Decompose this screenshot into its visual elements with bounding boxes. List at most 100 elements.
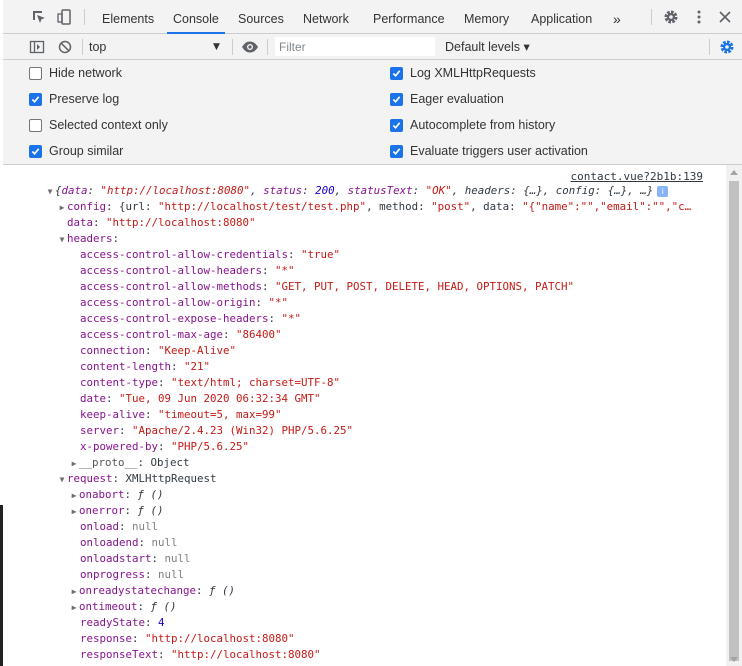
header-row: keep-alive: "timeout=5, max=99" <box>80 408 282 421</box>
clear-console-icon[interactable] <box>55 37 75 57</box>
console-toolbar: top ▼ Default levels ▾ <box>3 34 742 60</box>
more-tabs-button[interactable]: » <box>611 0 623 33</box>
proto-property[interactable]: ▶ __proto__: Object <box>3 455 725 471</box>
collapsed-triangle-icon[interactable]: ▶ <box>69 600 79 615</box>
hide-network-checkbox[interactable] <box>29 66 42 80</box>
expanded-triangle-icon[interactable]: ▼ <box>57 472 67 487</box>
tab-network[interactable]: Network <box>301 0 351 33</box>
group-similar-label: Group similar <box>49 144 124 158</box>
request-prop-key: onerror <box>79 504 125 517</box>
request-prop-row[interactable]: ▶ onerror: ƒ () <box>3 503 725 519</box>
log-xmlhttprequests-option[interactable]: Log XMLHttpRequests <box>390 63 536 83</box>
eye-icon[interactable] <box>240 37 260 57</box>
selected-context-only-option[interactable]: Selected context only <box>29 115 168 135</box>
collapsed-triangle-icon[interactable]: ▶ <box>69 504 79 519</box>
scrollbar-thumb[interactable] <box>729 181 739 661</box>
preserve-log-label: Preserve log <box>49 92 120 106</box>
close-icon[interactable] <box>715 7 735 27</box>
header-key: access-control-expose-headers <box>80 312 269 325</box>
evaluate-triggers-checkbox[interactable] <box>390 144 403 158</box>
autocomplete-from-history-option[interactable]: Autocomplete from history <box>390 115 555 135</box>
preserve-log-option[interactable]: Preserve log <box>29 89 119 109</box>
expanded-triangle-icon[interactable]: ▼ <box>45 184 55 199</box>
header-value: "*" <box>268 296 289 309</box>
chevron-down-icon: ▼ <box>213 42 220 52</box>
response-object-summary[interactable]: ▼ {data: "http://localhost:8080", status:… <box>3 183 725 199</box>
header-key: date <box>80 392 107 405</box>
group-similar-option[interactable]: Group similar <box>29 141 123 161</box>
info-icon[interactable]: i <box>657 185 669 197</box>
header-key: connection <box>80 344 146 357</box>
header-value: "Tue, 09 Jun 2020 06:32:34 GMT" <box>119 392 321 405</box>
header-key: content-length <box>80 360 172 373</box>
request-prop-key: onabort <box>79 488 125 501</box>
header-row: connection: "Keep-Alive" <box>80 344 237 357</box>
header-row: date: "Tue, 09 Jun 2020 06:32:34 GMT" <box>80 392 321 405</box>
device-toolbar-icon[interactable] <box>55 7 75 27</box>
header-key: access-control-allow-origin <box>80 296 256 309</box>
toolbar-separator <box>82 39 83 55</box>
group-similar-checkbox[interactable] <box>29 144 42 158</box>
tab-performance[interactable]: Performance <box>371 0 447 33</box>
header-value: "text/html; charset=UTF-8" <box>171 376 341 389</box>
header-value: "86400" <box>236 328 282 341</box>
autocomplete-from-history-checkbox[interactable] <box>390 118 403 132</box>
console-scrollbar[interactable] <box>726 165 742 666</box>
collapsed-triangle-icon[interactable]: ▶ <box>69 584 79 599</box>
config-property[interactable]: ▶ config: {url: "http://localhost/test/te… <box>3 199 725 215</box>
eager-evaluation-checkbox[interactable] <box>390 92 403 106</box>
request-prop-key: responseText <box>80 648 159 661</box>
header-row: x-powered-by: "PHP/5.6.25" <box>80 440 250 453</box>
tab-elements[interactable]: Elements <box>100 0 156 33</box>
selected-context-only-checkbox[interactable] <box>29 118 42 132</box>
hide-network-option[interactable]: Hide network <box>29 63 122 83</box>
tab-sources[interactable]: Sources <box>236 0 286 33</box>
log-xmlhttprequests-checkbox[interactable] <box>390 66 403 80</box>
header-row: content-length: "21" <box>80 360 211 373</box>
header-value: "timeout=5, max=99" <box>158 408 282 421</box>
expanded-triangle-icon[interactable]: ▼ <box>57 232 67 247</box>
request-prop-value: ƒ () <box>137 488 164 501</box>
eager-evaluation-option[interactable]: Eager evaluation <box>390 89 504 109</box>
preserve-log-checkbox[interactable] <box>29 92 42 106</box>
request-property[interactable]: ▼ request: XMLHttpRequest <box>3 471 725 487</box>
data-property: data: "http://localhost:8080" <box>67 216 256 229</box>
request-prop-row[interactable]: ▶ onabort: ƒ () <box>3 487 725 503</box>
more-options-icon[interactable] <box>689 7 709 27</box>
request-prop-key: onreadystatechange <box>79 584 197 597</box>
header-key: keep-alive <box>80 408 146 421</box>
header-key: server <box>80 424 120 437</box>
toolbar-separator <box>709 39 710 55</box>
eager-evaluation-label: Eager evaluation <box>410 92 504 106</box>
request-prop-row: readyState: 4 <box>80 616 165 629</box>
header-key: access-control-allow-headers <box>80 264 263 277</box>
tab-memory[interactable]: Memory <box>462 0 511 33</box>
headers-property[interactable]: ▼ headers: <box>3 231 725 247</box>
tab-console[interactable]: Console <box>167 0 225 34</box>
tab-application[interactable]: Application <box>529 0 594 33</box>
log-levels-dropdown[interactable]: Default levels ▾ <box>445 37 530 57</box>
request-prop-row: onload: null <box>80 520 159 533</box>
collapsed-triangle-icon[interactable]: ▶ <box>57 200 67 215</box>
source-link[interactable]: contact.vue?2b1b:139 <box>571 170 703 183</box>
collapsed-triangle-icon[interactable]: ▶ <box>69 456 79 471</box>
scroll-up-icon[interactable] <box>730 170 738 175</box>
evaluate-triggers-option[interactable]: Evaluate triggers user activation <box>390 141 588 161</box>
console-output[interactable]: contact.vue?2b1b:139 ▼ {data: "http://loc… <box>3 165 725 666</box>
request-prop-key: response <box>80 632 133 645</box>
collapsed-triangle-icon[interactable]: ▶ <box>69 488 79 503</box>
request-prop-row[interactable]: ▶ ontimeout: ƒ () <box>3 599 725 615</box>
evaluate-triggers-label: Evaluate triggers user activation <box>410 144 588 158</box>
context-select[interactable]: top <box>89 37 229 57</box>
request-prop-key: onloadend <box>80 536 139 549</box>
header-key: content-type <box>80 376 159 389</box>
settings-gear-icon[interactable] <box>661 7 681 27</box>
header-row: access-control-allow-credentials: "true" <box>80 248 341 261</box>
console-settings-gear-icon[interactable] <box>717 37 737 57</box>
filter-input[interactable] <box>275 37 435 56</box>
toolbar-separator <box>232 39 233 55</box>
inspect-element-icon[interactable] <box>29 7 49 27</box>
sidebar-toggle-icon[interactable] <box>27 37 47 57</box>
scroll-down-icon[interactable] <box>730 657 738 662</box>
request-prop-row[interactable]: ▶ onreadystatechange: ƒ () <box>3 583 725 599</box>
